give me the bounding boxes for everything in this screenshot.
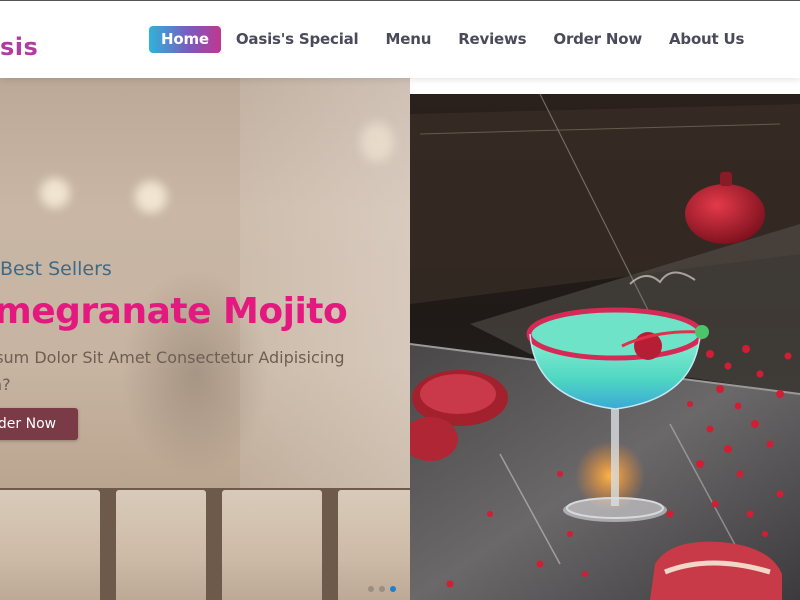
carousel-dot-active[interactable] xyxy=(390,586,396,592)
bokeh-light xyxy=(40,178,70,208)
hero-slider: Best Sellers omegranate Mojito n, Ipsum … xyxy=(0,78,800,600)
carousel-indicators xyxy=(368,586,401,592)
nav-home[interactable]: Home xyxy=(149,26,221,53)
main-nav: Home Oasis's Special Menu Reviews Order … xyxy=(149,26,759,53)
nav-reviews[interactable]: Reviews xyxy=(446,26,538,53)
hero-background-image xyxy=(0,78,418,600)
hero-title: omegranate Mojito xyxy=(0,291,348,332)
pomegranate-mojito-image xyxy=(410,94,800,600)
nav-oasis-special[interactable]: Oasis's Special xyxy=(224,26,371,53)
carousel-dot[interactable] xyxy=(379,586,385,592)
top-navbar: sis Home Oasis's Special Menu Reviews Or… xyxy=(0,0,800,78)
carousel-dot[interactable] xyxy=(368,586,374,592)
hero-description: n, Ipsum Dolor Sit Amet Consectetur Adip… xyxy=(0,348,345,394)
brand-logo[interactable]: sis xyxy=(0,35,38,59)
wooden-table xyxy=(0,488,418,600)
hero-subtitle: Best Sellers xyxy=(0,258,112,280)
nav-about-us[interactable]: About Us xyxy=(657,26,756,53)
bokeh-light xyxy=(360,122,394,162)
order-now-button[interactable]: der Now xyxy=(0,408,78,440)
nav-order-now[interactable]: Order Now xyxy=(541,26,654,53)
cocktail-photo xyxy=(410,94,800,600)
nav-menu[interactable]: Menu xyxy=(374,26,444,53)
bokeh-light xyxy=(135,181,167,213)
